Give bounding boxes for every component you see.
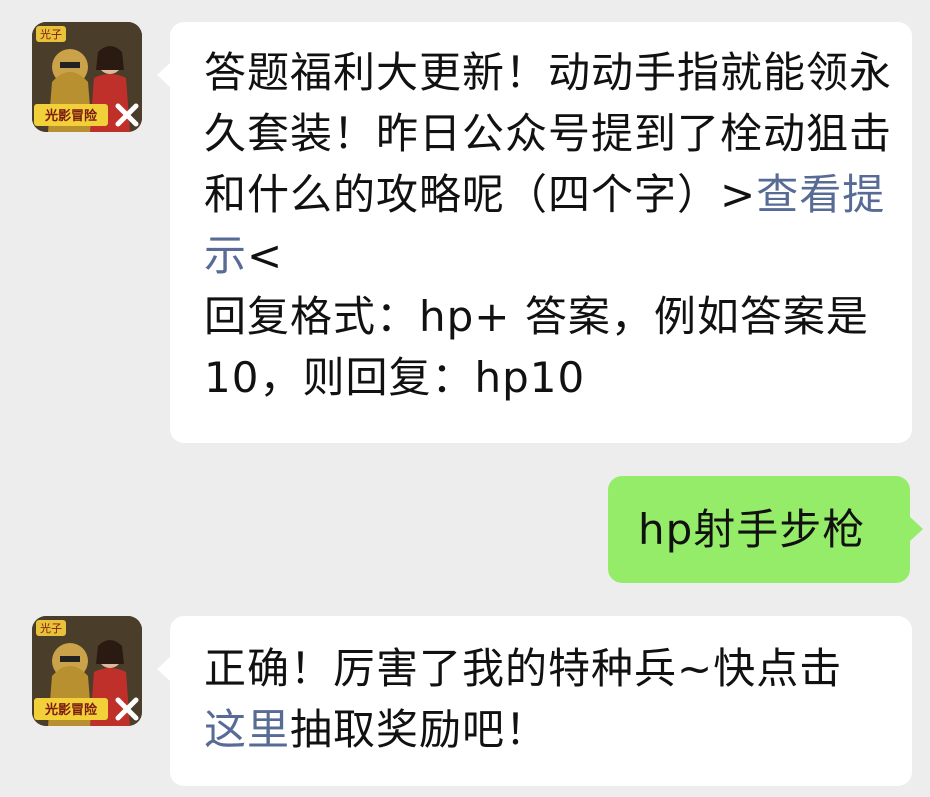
reply-format-text: 回复格式：hp+ 答案，例如答案是10，则回复：hp10 (204, 292, 869, 402)
avatar-logo-top: 光子 (40, 27, 62, 41)
avatar-logo-bottom: 光影冒险 (44, 108, 98, 124)
message-text-suffix: < (247, 231, 284, 280)
message-text: 正确！厉害了我的特种兵~快点击 (204, 644, 843, 693)
message-text-suffix: 抽取奖励吧！ (290, 705, 549, 754)
incoming-message-bubble[interactable]: 答题福利大更新！动动手指就能领永久套装！昨日公众号提到了栓动狙击和什么的攻略呢（… (157, 22, 912, 443)
game-avatar-icon: 光子 光影冒险 (32, 616, 142, 726)
message-text: hp射手步枪 (638, 505, 866, 554)
avatar-logo-top: 光子 (40, 621, 62, 635)
outgoing-message-bubble[interactable]: hp射手步枪 (608, 476, 923, 583)
game-avatar-icon: 光子 光影冒险 (32, 22, 142, 132)
sender-avatar[interactable]: 光子 光影冒险 (32, 616, 142, 726)
reward-link[interactable]: 这里 (204, 705, 290, 754)
avatar-logo-bottom: 光影冒险 (44, 702, 98, 718)
sender-avatar[interactable]: 光子 光影冒险 (32, 22, 142, 132)
incoming-message-bubble[interactable]: 正确！厉害了我的特种兵~快点击 这里抽取奖励吧！ (157, 616, 912, 786)
